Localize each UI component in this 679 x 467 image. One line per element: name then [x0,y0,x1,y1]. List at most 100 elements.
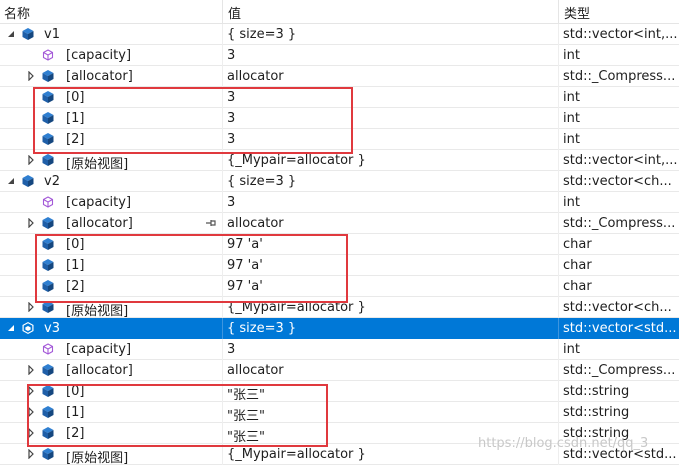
object-icon [41,384,55,398]
variable-value[interactable]: {_Mypair=allocator } [227,300,555,315]
variable-value[interactable]: { size=3 } [227,27,555,42]
column-divider [222,45,223,66]
variable-value[interactable]: 3 [227,111,555,126]
variable-value[interactable]: "张三" [227,405,555,424]
variable-value[interactable]: 3 [227,90,555,105]
variable-value[interactable]: 97 'a' [227,258,555,273]
column-header-value[interactable]: 值 [228,3,241,22]
variable-value[interactable]: 3 [227,342,555,357]
variable-name: [allocator] [66,216,133,231]
watch-row[interactable]: [0] 97 'a' char [0,234,679,255]
variable-name: [2] [66,132,85,147]
variable-value[interactable]: 97 'a' [227,279,555,294]
collapsed-arrow-icon[interactable] [26,365,36,375]
column-divider [558,339,559,360]
collapsed-arrow-icon[interactable] [26,449,36,459]
watch-row[interactable]: [2] 3 int [0,129,679,150]
variable-value[interactable]: allocator [227,69,555,84]
variable-name: [0] [66,384,85,399]
watch-row[interactable]: [2] 97 'a' char [0,276,679,297]
variable-type: std::_Compress... [563,69,676,84]
collapsed-arrow-icon[interactable] [26,71,36,81]
watch-row[interactable]: [1] 97 'a' char [0,255,679,276]
column-divider [558,129,559,150]
variable-value[interactable]: 3 [227,48,555,63]
variable-value[interactable]: {_Mypair=allocator } [227,153,555,168]
column-divider [222,234,223,255]
column-divider [222,444,223,465]
column-divider [558,213,559,234]
variable-type: std::vector<ch... [563,300,672,315]
watch-row[interactable]: [allocator] allocator std::_Compress... [0,360,679,381]
property-icon [41,48,55,62]
expanded-arrow-icon[interactable] [6,29,16,39]
variable-value[interactable]: 3 [227,195,555,210]
watch-row[interactable]: v3 { size=3 } std::vector<std... [0,318,679,339]
variable-value[interactable]: allocator [227,216,555,231]
column-header: 名称 值 类型 [0,0,679,24]
watch-row[interactable]: [allocator] allocator std::_Compress... [0,213,679,234]
variable-name: v2 [44,174,60,189]
column-divider [558,87,559,108]
variable-value[interactable]: allocator [227,363,555,378]
watch-row[interactable]: v2 { size=3 } std::vector<ch... [0,171,679,192]
column-header-name[interactable]: 名称 [4,3,30,22]
column-divider [558,255,559,276]
pin-icon[interactable] [205,217,217,229]
expanded-arrow-icon[interactable] [6,176,16,186]
collapsed-arrow-icon[interactable] [26,218,36,228]
watch-row[interactable]: [capacity] 3 int [0,339,679,360]
watch-row[interactable]: [allocator] allocator std::_Compress... [0,66,679,87]
variable-type: int [563,132,580,147]
column-header-type[interactable]: 类型 [564,3,590,22]
column-divider [222,87,223,108]
column-divider[interactable] [558,0,559,23]
watch-row[interactable]: [0] "张三" std::string [0,381,679,403]
collapsed-arrow-icon[interactable] [26,386,36,396]
column-divider [558,381,559,402]
watch-row[interactable]: [原始视图] {_Mypair=allocator } std::vector<in… [0,150,679,172]
column-divider [558,192,559,213]
watch-row[interactable]: [原始视图] {_Mypair=allocator } std::vector<ch… [0,297,679,319]
collapsed-arrow-icon[interactable] [26,407,36,417]
variable-name: [1] [66,111,85,126]
variable-value[interactable]: "张三" [227,384,555,403]
column-divider [222,150,223,171]
variable-name: [capacity] [66,48,132,63]
watch-row[interactable]: [capacity] 3 int [0,45,679,66]
object-icon [41,90,55,104]
collapsed-arrow-icon[interactable] [26,428,36,438]
column-divider [222,129,223,150]
column-divider [222,213,223,234]
variable-name: v1 [44,27,60,42]
variable-name: [2] [66,279,85,294]
column-divider[interactable] [222,0,223,23]
object-icon [41,426,55,440]
object-icon [41,279,55,293]
watch-row[interactable]: [1] "张三" std::string [0,402,679,424]
variable-value[interactable]: 97 'a' [227,237,555,252]
object-icon [21,321,35,335]
watch-row[interactable]: [capacity] 3 int [0,192,679,213]
collapsed-arrow-icon[interactable] [26,302,36,312]
column-divider [222,276,223,297]
object-icon [21,174,35,188]
variable-name: [capacity] [66,195,132,210]
variable-value[interactable]: { size=3 } [227,321,555,336]
variable-type: std::string [563,384,630,399]
variable-value[interactable]: 3 [227,132,555,147]
expanded-arrow-icon[interactable] [6,323,16,333]
watch-row[interactable]: v1 { size=3 } std::vector<int,... [0,24,679,45]
column-divider [558,360,559,381]
collapsed-arrow-icon[interactable] [26,155,36,165]
variable-name: [1] [66,405,85,420]
watch-row[interactable]: [0] 3 int [0,87,679,108]
variable-type: int [563,111,580,126]
variable-value[interactable]: { size=3 } [227,174,555,189]
watch-row[interactable]: [1] 3 int [0,108,679,129]
column-divider [558,171,559,192]
column-divider [558,24,559,45]
object-icon [41,111,55,125]
variable-type: char [563,258,592,273]
watch-grid: v1{ size=3 } std::vector<int,... [capacity… [0,24,679,466]
